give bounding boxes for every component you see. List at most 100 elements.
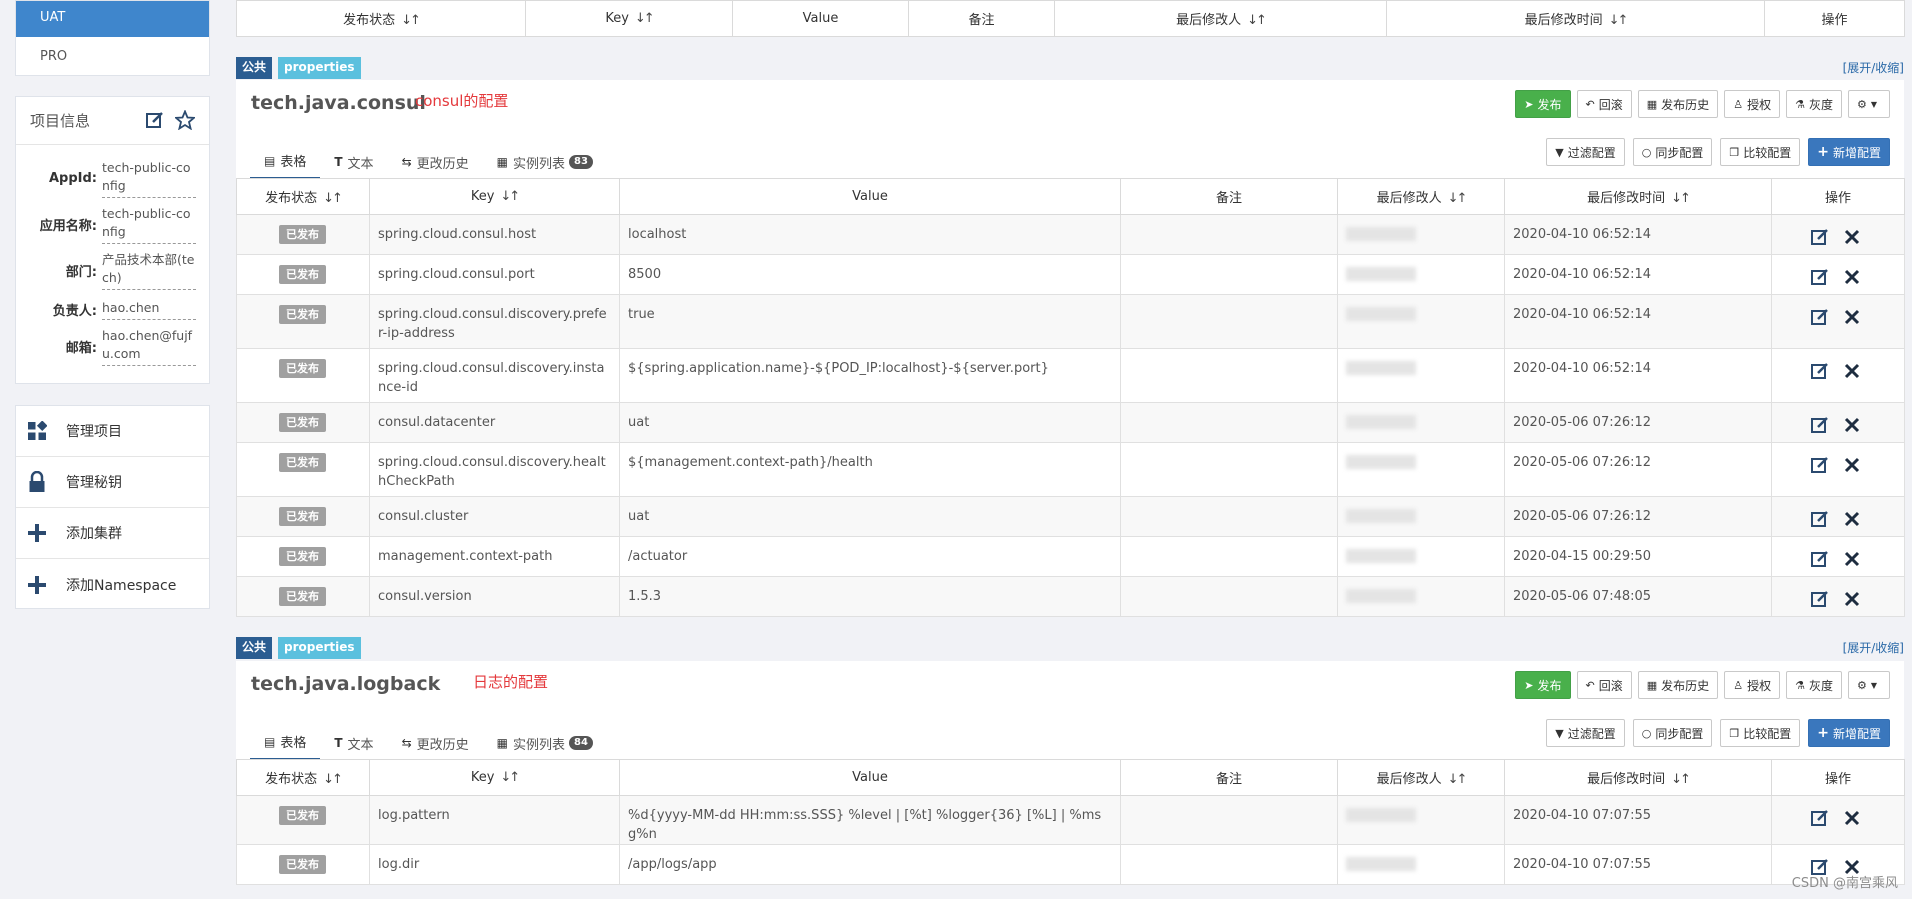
- delete-icon[interactable]: [1842, 361, 1862, 381]
- tab-table[interactable]: ▤ 表格: [250, 725, 321, 761]
- menu-add-cluster[interactable]: 添加集群: [16, 508, 209, 559]
- sort-icon[interactable]: ↓↑: [1247, 13, 1267, 28]
- sort-icon[interactable]: ↓↑: [323, 191, 343, 206]
- rollback-button[interactable]: ↶ 回滚: [1576, 671, 1632, 699]
- status-cell: 已发布: [236, 576, 370, 617]
- edit-icon[interactable]: [1810, 549, 1830, 569]
- rollback-button[interactable]: ↶ 回滚: [1576, 90, 1632, 118]
- filter-config-button[interactable]: ▼ 过滤配置: [1546, 138, 1625, 166]
- add-config-button[interactable]: + 新增配置: [1808, 719, 1890, 747]
- edit-icon[interactable]: [1810, 415, 1830, 435]
- tab-instances[interactable]: ▦ 实例列表 84: [483, 725, 607, 761]
- gray-release-button[interactable]: ⚗ 灰度: [1786, 671, 1842, 699]
- gray-release-button[interactable]: ⚗ 灰度: [1786, 90, 1842, 118]
- expand-toggle-link[interactable]: [展开/收缩]: [1843, 639, 1904, 656]
- col-key[interactable]: Key ↓↑: [369, 759, 620, 796]
- grant-button[interactable]: ♙ 授权: [1724, 90, 1781, 118]
- edit-icon[interactable]: [145, 110, 165, 130]
- col-time[interactable]: 最后修改时间 ↓↑: [1504, 178, 1772, 215]
- table-row: 已发布 consul.cluster uat 2020-05-06 07:26:12: [236, 496, 1905, 537]
- compare-config-button[interactable]: ❐ 比较配置: [1720, 138, 1801, 166]
- sync-config-button[interactable]: ○ 同步配置: [1632, 138, 1713, 166]
- delete-icon[interactable]: [1842, 549, 1862, 569]
- tab-table[interactable]: ▤ 表格: [250, 144, 321, 180]
- time-cell: 2020-04-10 06:52:14: [1504, 254, 1772, 295]
- modifier-cell: [1337, 536, 1505, 577]
- sort-icon[interactable]: ↓↑: [401, 13, 421, 28]
- compare-config-button[interactable]: ❐ 比较配置: [1720, 719, 1801, 747]
- sort-icon[interactable]: ↓↑: [635, 11, 655, 26]
- sort-icon[interactable]: ↓↑: [1448, 191, 1468, 206]
- col-key[interactable]: Key ↓↑: [525, 0, 733, 37]
- published-badge: 已发布: [279, 507, 326, 526]
- col-status[interactable]: 发布状态 ↓↑: [236, 759, 370, 796]
- delete-icon[interactable]: [1842, 267, 1862, 287]
- star-icon[interactable]: [175, 110, 195, 130]
- tab-instances[interactable]: ▦ 实例列表 83: [483, 144, 607, 180]
- settings-dropdown-button[interactable]: ⚙ ▼: [1847, 90, 1890, 118]
- tab-change-history[interactable]: ⇆ 更改历史: [388, 725, 483, 761]
- publish-button[interactable]: ➤ 发布: [1515, 90, 1571, 118]
- delete-icon[interactable]: [1842, 589, 1862, 609]
- tab-text[interactable]: T 文本: [320, 144, 387, 180]
- col-time[interactable]: 最后修改时间 ↓↑: [1504, 759, 1772, 796]
- edit-icon[interactable]: [1810, 227, 1830, 247]
- config-toolbar: ▼ 过滤配置 ○ 同步配置 ❐ 比较配置 + 新增配置: [1546, 719, 1890, 747]
- col-modifier[interactable]: 最后修改人 ↓↑: [1337, 178, 1505, 215]
- menu-add-namespace[interactable]: 添加Namespace: [16, 559, 209, 610]
- delete-icon[interactable]: [1842, 455, 1862, 475]
- col-modifier[interactable]: 最后修改人 ↓↑: [1337, 759, 1505, 796]
- menu-manage-project[interactable]: 管理项目: [16, 406, 209, 457]
- col-status[interactable]: 发布状态 ↓↑: [236, 0, 526, 37]
- blurred-modifier: [1346, 509, 1416, 523]
- env-item-pro[interactable]: PRO: [16, 37, 209, 75]
- menu-label: 管理项目: [66, 424, 122, 440]
- status-cell: 已发布: [236, 844, 370, 885]
- add-config-button[interactable]: + 新增配置: [1808, 138, 1890, 166]
- value-cell: uat: [619, 402, 1121, 443]
- tab-text[interactable]: T 文本: [320, 725, 387, 761]
- delete-icon[interactable]: [1842, 415, 1862, 435]
- flask-icon: ⚗: [1795, 97, 1805, 111]
- config-table-wrapper: 发布状态 ↓↑ Key ↓↑ Value 备注 最后修改人 ↓↑ 最后修改时间 ↓↑ 操…: [236, 759, 1905, 885]
- grant-button[interactable]: ♙ 授权: [1724, 671, 1781, 699]
- col-key[interactable]: Key ↓↑: [369, 178, 620, 215]
- delete-icon[interactable]: [1842, 227, 1862, 247]
- tab-change-history[interactable]: ⇆ 更改历史: [388, 144, 483, 180]
- settings-dropdown-button[interactable]: ⚙ ▼: [1847, 671, 1890, 699]
- published-badge: 已发布: [279, 855, 326, 874]
- filter-config-button[interactable]: ▼ 过滤配置: [1546, 719, 1625, 747]
- release-history-button[interactable]: ▦ 发布历史: [1637, 90, 1719, 118]
- publish-button[interactable]: ➤ 发布: [1515, 671, 1571, 699]
- col-ops: 操作: [1764, 0, 1905, 37]
- col-status[interactable]: 发布状态 ↓↑: [236, 178, 370, 215]
- user-icon: ♙: [1733, 97, 1744, 111]
- edit-icon[interactable]: [1810, 589, 1830, 609]
- edit-icon[interactable]: [1810, 267, 1830, 287]
- edit-icon[interactable]: [1810, 509, 1830, 529]
- col-ops: 操作: [1771, 178, 1905, 215]
- expand-toggle-link[interactable]: [展开/收缩]: [1843, 59, 1904, 76]
- edit-icon[interactable]: [1810, 455, 1830, 475]
- blurred-modifier: [1346, 808, 1416, 822]
- menu-manage-secret[interactable]: 管理秘钥: [16, 457, 209, 508]
- sort-icon[interactable]: ↓↑: [500, 189, 520, 204]
- sort-icon[interactable]: ↓↑: [323, 772, 343, 787]
- col-time[interactable]: 最后修改时间 ↓↑: [1386, 0, 1765, 37]
- sort-icon[interactable]: ↓↑: [500, 770, 520, 785]
- sort-icon[interactable]: ↓↑: [1448, 772, 1468, 787]
- delete-icon[interactable]: [1842, 509, 1862, 529]
- sort-icon[interactable]: ↓↑: [1671, 191, 1691, 206]
- sync-config-button[interactable]: ○ 同步配置: [1632, 719, 1713, 747]
- delete-icon[interactable]: [1842, 808, 1862, 828]
- edit-icon[interactable]: [1810, 808, 1830, 828]
- env-item-uat[interactable]: UAT: [16, 1, 209, 37]
- release-history-button[interactable]: ▦ 发布历史: [1637, 671, 1719, 699]
- col-modifier[interactable]: 最后修改人 ↓↑: [1054, 0, 1387, 37]
- delete-icon[interactable]: [1842, 307, 1862, 327]
- sort-icon[interactable]: ↓↑: [1609, 13, 1629, 28]
- edit-icon[interactable]: [1810, 307, 1830, 327]
- sort-icon[interactable]: ↓↑: [1671, 772, 1691, 787]
- public-tag: 公共: [236, 57, 273, 79]
- edit-icon[interactable]: [1810, 361, 1830, 381]
